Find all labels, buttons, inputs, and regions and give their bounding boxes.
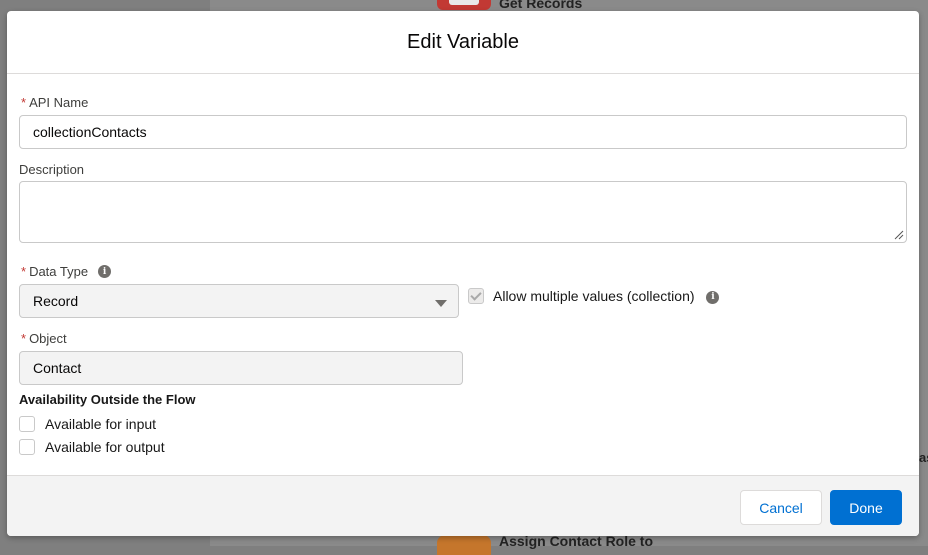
api-name-label: * API Name <box>21 95 88 110</box>
required-marker: * <box>21 264 27 279</box>
get-records-node-label: Get Records <box>499 0 583 11</box>
available-for-output-checkbox[interactable] <box>19 439 35 455</box>
api-name-input[interactable]: collectionContacts <box>19 115 907 149</box>
allow-multiple-checkbox[interactable] <box>468 288 484 304</box>
done-button[interactable]: Done <box>830 490 902 525</box>
info-icon[interactable]: i <box>98 265 112 278</box>
data-type-label: * Data Type i <box>21 264 112 279</box>
modal-header: Edit Variable <box>7 11 919 74</box>
description-label-text: Description <box>19 162 85 177</box>
object-value: Contact <box>33 360 82 376</box>
object-input[interactable]: Contact <box>19 351 463 385</box>
info-icon[interactable]: i <box>706 290 720 304</box>
available-for-output-label: Available for output <box>45 439 165 455</box>
get-records-node-icon <box>437 0 491 10</box>
available-for-input-label: Available for input <box>45 416 157 432</box>
cancel-button[interactable]: Cancel <box>740 490 822 525</box>
canvas-side-text: as <box>919 450 928 465</box>
available-for-input-checkbox[interactable] <box>19 416 35 432</box>
modal-body: * API Name collectionContacts Descriptio… <box>7 74 919 474</box>
api-name-value: collectionContacts <box>33 124 147 140</box>
modal-title: Edit Variable <box>407 30 519 53</box>
allow-multiple-label-text: Allow multiple values (collection) <box>493 288 695 304</box>
data-type-select[interactable]: Record <box>19 284 459 318</box>
chevron-down-icon <box>435 300 447 307</box>
data-type-value: Record <box>33 293 79 309</box>
modal-footer: Cancel Done <box>7 475 919 536</box>
allow-multiple-label: Allow multiple values (collection) i <box>493 288 720 304</box>
assignment-node-icon <box>437 535 491 555</box>
required-marker: * <box>21 95 27 110</box>
required-marker: * <box>21 331 27 346</box>
object-label-text: Object <box>29 331 67 346</box>
edit-variable-modal: Edit Variable * API Name collectionConta… <box>7 11 919 536</box>
data-type-label-text: Data Type <box>29 264 89 279</box>
object-label: * Object <box>21 331 67 346</box>
availability-section-title: Availability Outside the Flow <box>19 392 196 407</box>
description-label: Description <box>19 162 84 177</box>
api-name-label-text: API Name <box>29 95 89 110</box>
resize-grip-icon[interactable] <box>894 230 904 240</box>
description-textarea[interactable] <box>19 181 907 243</box>
